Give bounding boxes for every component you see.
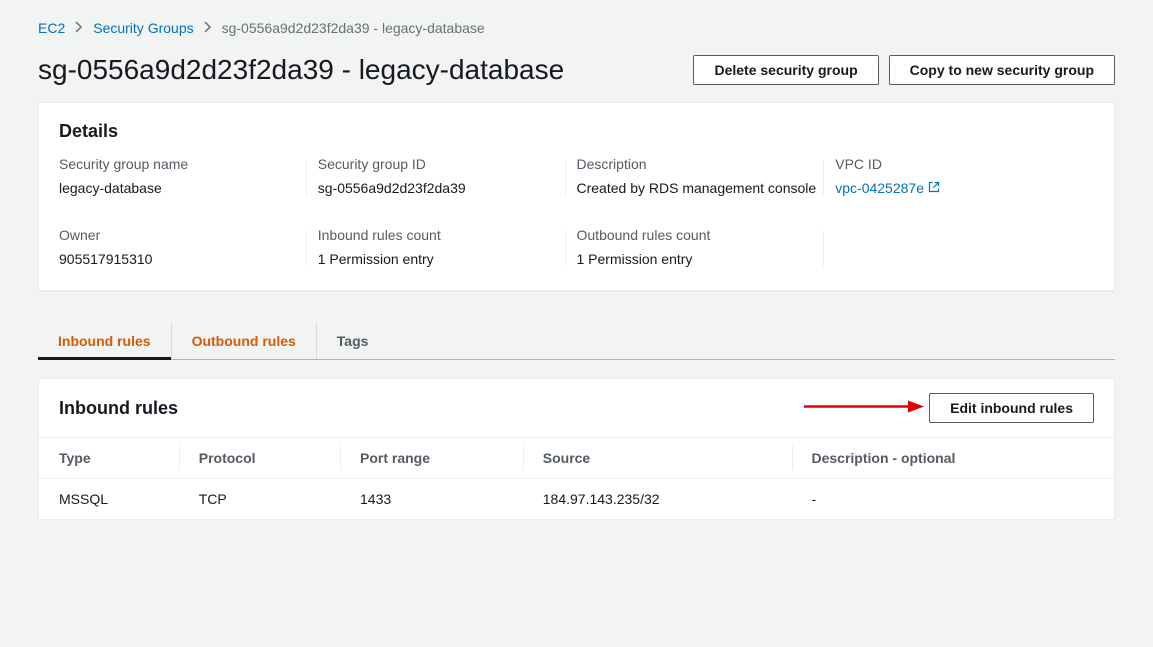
detail-sg-name: Security group name legacy-database [59,156,318,199]
breadcrumb: EC2 Security Groups sg-0556a9d2d23f2da39… [38,20,1115,36]
arrow-annotation-icon [804,399,924,418]
cell-source: 184.97.143.235/32 [523,479,792,520]
col-port-range[interactable]: Port range [340,438,523,479]
detail-value: 905517915310 [59,249,306,270]
vpc-id-text: vpc-0425287e [835,178,924,199]
inbound-rules-table: Type Protocol Port range Source Descript… [39,437,1114,519]
detail-value: legacy-database [59,178,306,199]
col-protocol[interactable]: Protocol [179,438,340,479]
vpc-link[interactable]: vpc-0425287e [835,178,940,199]
page-title: sg-0556a9d2d23f2da39 - legacy-database [38,54,564,86]
detail-label: Description [577,156,824,172]
details-panel: Details Security group name legacy-datab… [38,102,1115,291]
detail-label: Owner [59,227,306,243]
table-row[interactable]: MSSQL TCP 1433 184.97.143.235/32 - [39,479,1114,520]
col-type[interactable]: Type [39,438,179,479]
tab-tags[interactable]: Tags [317,323,389,359]
detail-label: VPC ID [835,156,1082,172]
tab-outbound-rules[interactable]: Outbound rules [172,323,317,359]
detail-value: Created by RDS management console [577,178,824,199]
tabs: Inbound rules Outbound rules Tags [38,323,1115,360]
col-description[interactable]: Description - optional [792,438,1115,479]
detail-empty [835,227,1094,270]
table-header-row: Type Protocol Port range Source Descript… [39,438,1114,479]
detail-label: Security group name [59,156,306,172]
detail-owner: Owner 905517915310 [59,227,318,270]
title-row: sg-0556a9d2d23f2da39 - legacy-database D… [38,54,1115,86]
breadcrumb-link-ec2[interactable]: EC2 [38,20,65,36]
cell-description: - [792,479,1115,520]
chevron-right-icon [75,20,83,36]
inbound-rules-panel: Inbound rules Edit inbound rules Type Pr… [38,378,1115,520]
detail-value: sg-0556a9d2d23f2da39 [318,178,565,199]
detail-value: 1 Permission entry [577,249,824,270]
col-source[interactable]: Source [523,438,792,479]
detail-sg-id: Security group ID sg-0556a9d2d23f2da39 [318,156,577,199]
cell-port-range: 1433 [340,479,523,520]
detail-label: Inbound rules count [318,227,565,243]
edit-inbound-rules-button[interactable]: Edit inbound rules [929,393,1094,423]
rules-header: Inbound rules Edit inbound rules [39,379,1114,437]
rules-heading: Inbound rules [59,398,178,419]
delete-security-group-button[interactable]: Delete security group [693,55,878,85]
detail-vpc-id: VPC ID vpc-0425287e [835,156,1094,199]
detail-label: Security group ID [318,156,565,172]
detail-outbound-count: Outbound rules count 1 Permission entry [577,227,836,270]
external-link-icon [928,178,940,199]
breadcrumb-link-security-groups[interactable]: Security Groups [93,20,193,36]
detail-label: Outbound rules count [577,227,824,243]
detail-description: Description Created by RDS management co… [577,156,836,199]
details-heading: Details [39,103,1114,156]
detail-value: 1 Permission entry [318,249,565,270]
cell-protocol: TCP [179,479,340,520]
cell-type: MSSQL [39,479,179,520]
title-actions: Delete security group Copy to new securi… [693,55,1115,85]
tab-inbound-rules[interactable]: Inbound rules [38,323,172,359]
details-grid: Security group name legacy-database Secu… [39,156,1114,290]
detail-inbound-count: Inbound rules count 1 Permission entry [318,227,577,270]
chevron-right-icon [204,20,212,36]
copy-security-group-button[interactable]: Copy to new security group [889,55,1115,85]
breadcrumb-current: sg-0556a9d2d23f2da39 - legacy-database [222,20,485,36]
